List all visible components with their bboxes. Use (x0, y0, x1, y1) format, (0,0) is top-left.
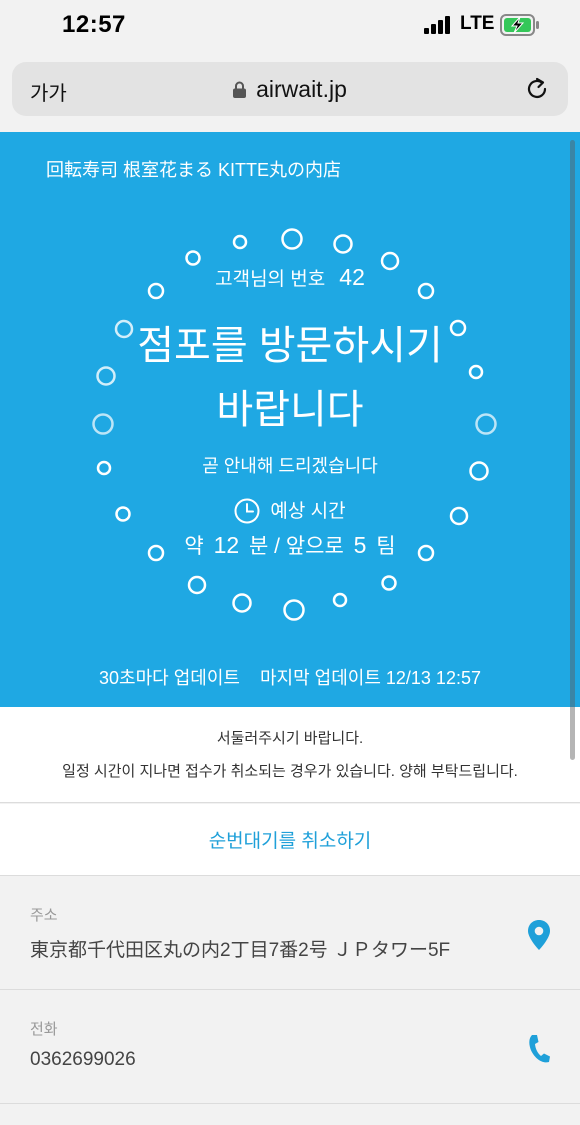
store-name: 回転寿司 根室花まる KITTE丸の内店 (46, 160, 342, 180)
phone-label: 전화 (30, 1021, 58, 1038)
phone-icon[interactable] (526, 1033, 552, 1065)
estimate-value: 약 12 분 / 앞으로 5 팀 (0, 530, 580, 560)
address-bar[interactable]: 가가 airwait.jp (12, 62, 568, 116)
notice-box: 서둘러주시기 바랍니다. 일정 시간이 지나면 접수가 취소되는 경우가 있습니… (0, 707, 580, 803)
estimate-minutes-unit: 분 / 앞으로 (249, 535, 344, 558)
notify-text: 곧 안내해 드리겠습니다 (202, 456, 378, 476)
clock-icon (234, 498, 260, 524)
phone-value: 0362699026 (30, 1049, 136, 1070)
last-update: 마지막 업데이트 12/13 12:57 (259, 668, 481, 688)
estimate-prefix: 약 (184, 535, 204, 558)
customer-number-label: 고객님의 번호 (215, 269, 326, 290)
estimate-groups: 5 (353, 532, 367, 558)
network-type: LTE (460, 13, 495, 34)
map-pin-icon[interactable] (526, 919, 552, 951)
scrollbar[interactable] (570, 140, 575, 760)
cancel-queue-button[interactable]: 순번대기를 취소하기 (0, 804, 580, 876)
status-bar: 12:57 LTE (0, 0, 580, 52)
address-label: 주소 (30, 907, 58, 924)
domain-text: airwait.jp (256, 76, 347, 102)
address-row[interactable]: 주소 東京都千代田区丸の内2丁目7番2号 ＪＰタワー5F (0, 877, 580, 990)
update-interval: 30초마다 업데이트 (99, 668, 240, 688)
customer-number-value: 42 (339, 264, 365, 290)
update-info: 30초마다 업데이트 마지막 업데이트 12/13 12:57 (0, 664, 580, 690)
reload-icon[interactable] (524, 76, 550, 102)
notice-line2: 일정 시간이 지나면 접수가 취소되는 경우가 있습니다. 양해 부탁드립니다. (62, 763, 518, 780)
waiting-status-panel: 回転寿司 根室花まる KITTE丸の内店 고객님의 번호 42 점포를 방문하시기… (0, 132, 580, 707)
phone-row[interactable]: 전화 0362699026 (0, 991, 580, 1104)
notice-line1: 서둘러주시기 바랍니다. (216, 730, 364, 747)
estimate-groups-unit: 팀 (376, 535, 396, 558)
page-title: 점포를 방문하시기 바랍니다 (0, 314, 580, 442)
signal-icon (424, 16, 454, 34)
estimate-label: 예상 시간 (0, 496, 580, 524)
estimate-minutes: 12 (213, 532, 240, 558)
battery-charging-icon (500, 14, 539, 36)
headline-line1: 점포를 방문하시기 (137, 324, 443, 368)
cancel-queue-label: 순번대기를 취소하기 (208, 831, 372, 852)
estimate-label-text: 예상 시간 (270, 501, 346, 522)
lock-icon (233, 81, 247, 98)
status-time: 12:57 (62, 11, 126, 38)
customer-number: 고객님의 번호 42 (0, 264, 580, 291)
address-value: 東京都千代田区丸の内2丁目7番2号 ＪＰタワー5F (30, 940, 451, 961)
headline-line2: 바랍니다 (216, 388, 364, 432)
url-display[interactable]: airwait.jp (12, 76, 568, 103)
